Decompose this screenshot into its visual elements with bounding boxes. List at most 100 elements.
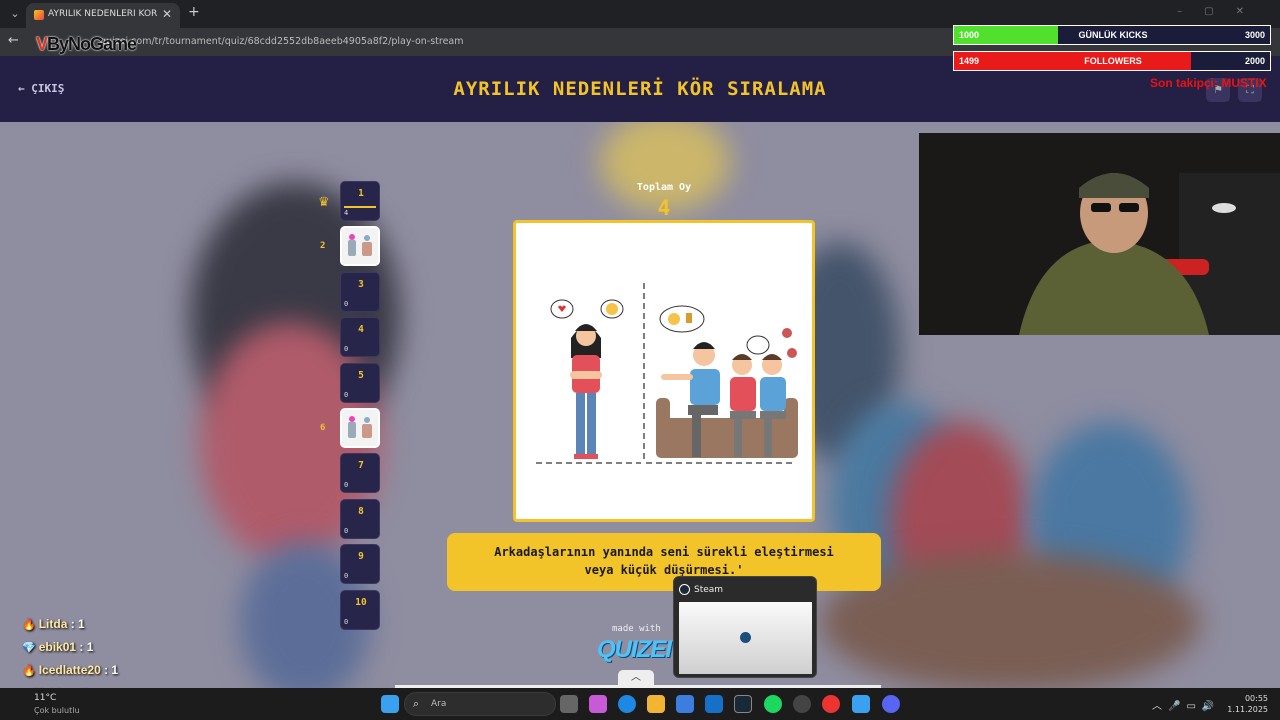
clock-time: 00:55	[1244, 694, 1268, 703]
ranking-side-number: 2	[320, 241, 326, 252]
slot-number: 8	[358, 505, 364, 517]
webcam-feed	[919, 133, 1280, 335]
ranking-slot[interactable]: 70	[340, 453, 380, 494]
screen: ⌄ AYRILIK NEDENLERİ KÖR SIRALA ✕ + –▢✕ ←…	[0, 0, 1280, 720]
slot-vote-count: 4	[344, 209, 349, 217]
back-arrow-icon[interactable]: ←	[8, 33, 19, 48]
ranking-slot[interactable]: 50	[340, 362, 380, 403]
slot-vote-count: 0	[344, 299, 349, 308]
ranking-slot[interactable]: 30	[340, 271, 380, 312]
chat-badge-icon: 🔥	[22, 665, 36, 677]
slot-number: 1	[358, 188, 364, 199]
search-icon: ⌕	[413, 697, 420, 710]
kicks-label: GÜNLÜK KICKS	[1078, 30, 1148, 40]
webcam-image	[919, 133, 1280, 335]
page-title: AYRILIK NEDENLERİ KÖR SIRALAMA	[453, 78, 827, 100]
kicks-goal-bar: 1000 GÜNLÜK KICKS 3000	[953, 25, 1271, 45]
app-icon-2[interactable]	[852, 695, 870, 713]
slot-thumbnail	[342, 410, 378, 446]
steam-icon	[679, 584, 690, 595]
chat-username: ebik01	[38, 640, 77, 654]
slot-number: 3	[358, 278, 364, 290]
weather-widget[interactable]: 11°C Çok bulutlu	[14, 691, 114, 717]
task-view-icon[interactable]	[560, 695, 578, 713]
slot-number: 5	[358, 369, 364, 381]
caption-line-1: Arkadaşlarının yanında seni sürekli eleş…	[494, 545, 834, 559]
question-card[interactable]	[513, 220, 815, 522]
followers-goal-bar: 1499 FOLLOWERS 2000	[953, 51, 1271, 71]
search-placeholder: Ara	[431, 699, 447, 709]
chat-count: 1	[111, 663, 119, 677]
slot-number: 10	[355, 596, 367, 608]
search-box[interactable]: ⌕ Ara	[404, 692, 556, 716]
last-follower-text: Son takipçi: MUSTIX	[1150, 76, 1267, 90]
slot-vote-count: 0	[344, 481, 349, 490]
store-icon[interactable]	[676, 695, 694, 713]
app-icon[interactable]	[793, 695, 811, 713]
winner-bar	[344, 206, 376, 208]
copilot-icon[interactable]	[589, 695, 607, 713]
followers-target: 2000	[1244, 56, 1265, 66]
quizei-logo[interactable]: QUIZEI	[597, 636, 672, 664]
ranking-slot[interactable]: 80	[340, 498, 380, 539]
system-tray-icons[interactable]: ︿🎤▭🔊	[1152, 697, 1220, 712]
outlook-icon[interactable]	[705, 695, 723, 713]
chat-message: 💎 ebik01 : 1	[22, 640, 94, 654]
steam-taskbar-icon[interactable]	[734, 695, 752, 713]
steam-preview-thumbnail[interactable]	[679, 602, 812, 674]
taskbar: 11°C Çok bulutlu ⌕ Ara ︿🎤▭🔊 00:55 1.11.2…	[0, 688, 1280, 720]
chat-message: 🔥 Litda : 1	[22, 617, 85, 631]
ranking-slot[interactable]: 90	[340, 544, 380, 585]
slot-number: 7	[358, 460, 364, 472]
slot-number: 4	[358, 324, 364, 336]
chat-badge-icon: 🔥	[22, 619, 36, 631]
total-votes-label: Toplam Oy	[636, 182, 692, 193]
chat-badge-icon: 💎	[22, 642, 36, 654]
ranking-side-number: 6	[320, 423, 326, 433]
url-field[interactable]: quizei.com/tr/tournament/quiz/68cdd2552d…	[100, 36, 464, 47]
spotify-icon[interactable]	[764, 695, 782, 713]
steam-taskbar-preview[interactable]: Steam	[673, 576, 817, 678]
clock-date: 1.11.2025	[1227, 705, 1268, 714]
slot-vote-count: 0	[344, 572, 349, 581]
clock[interactable]: 00:55 1.11.2025	[1227, 693, 1268, 715]
ranking-slot[interactable]	[340, 408, 380, 448]
slot-vote-count: 0	[344, 617, 349, 626]
streamer-logo: VByNoGame	[36, 34, 137, 54]
ranking-slot[interactable]: 40	[340, 317, 380, 358]
chat-count: 1	[86, 640, 94, 654]
close-tab-icon[interactable]: ✕	[162, 7, 172, 21]
kicks-target: 3000	[1244, 30, 1265, 40]
tab-list-icon[interactable]: ⌄	[6, 5, 24, 23]
chat-message: 🔥 Icedlatte20 : 1	[22, 663, 119, 677]
weather-temp: 11°C	[34, 693, 57, 703]
slot-thumbnail	[342, 228, 378, 265]
caption-line-2: veya küçük düşürmesi.'	[584, 563, 744, 577]
slot-vote-count: 0	[344, 345, 349, 354]
ranking-slot[interactable]: 14	[340, 181, 380, 221]
browser-tab[interactable]: AYRILIK NEDENLERİ KÖR SIRALA ✕	[26, 3, 180, 28]
ranking-slot[interactable]	[340, 226, 380, 267]
windows-start-icon[interactable]	[381, 695, 399, 713]
favicon-icon	[34, 10, 44, 20]
chat-username: Icedlatte20	[38, 663, 101, 677]
crown-icon: ♛	[318, 195, 330, 210]
question-illustration	[536, 283, 798, 464]
total-votes-value: 4	[657, 196, 671, 220]
chrome-icon[interactable]	[822, 695, 840, 713]
new-tab-button[interactable]: +	[188, 4, 200, 20]
followers-label: FOLLOWERS	[1084, 56, 1142, 66]
chevron-up-icon[interactable]: ︿	[618, 670, 654, 686]
chat-username: Litda	[38, 617, 68, 631]
edge-icon[interactable]	[618, 695, 636, 713]
window-controls[interactable]: –▢✕	[1177, 6, 1266, 17]
discord-icon[interactable]	[882, 695, 900, 713]
slot-number: 9	[358, 551, 364, 563]
slot-vote-count: 0	[344, 390, 349, 399]
file-explorer-icon[interactable]	[647, 695, 665, 713]
steam-preview-title: Steam	[694, 585, 724, 595]
ranking-slot[interactable]: 10 0	[340, 589, 380, 630]
browser-tabbar: ⌄ AYRILIK NEDENLERİ KÖR SIRALA ✕ + –▢✕	[0, 0, 1280, 28]
chat-count: 1	[78, 617, 85, 631]
tab-title: AYRILIK NEDENLERİ KÖR SIRALA	[48, 9, 158, 19]
